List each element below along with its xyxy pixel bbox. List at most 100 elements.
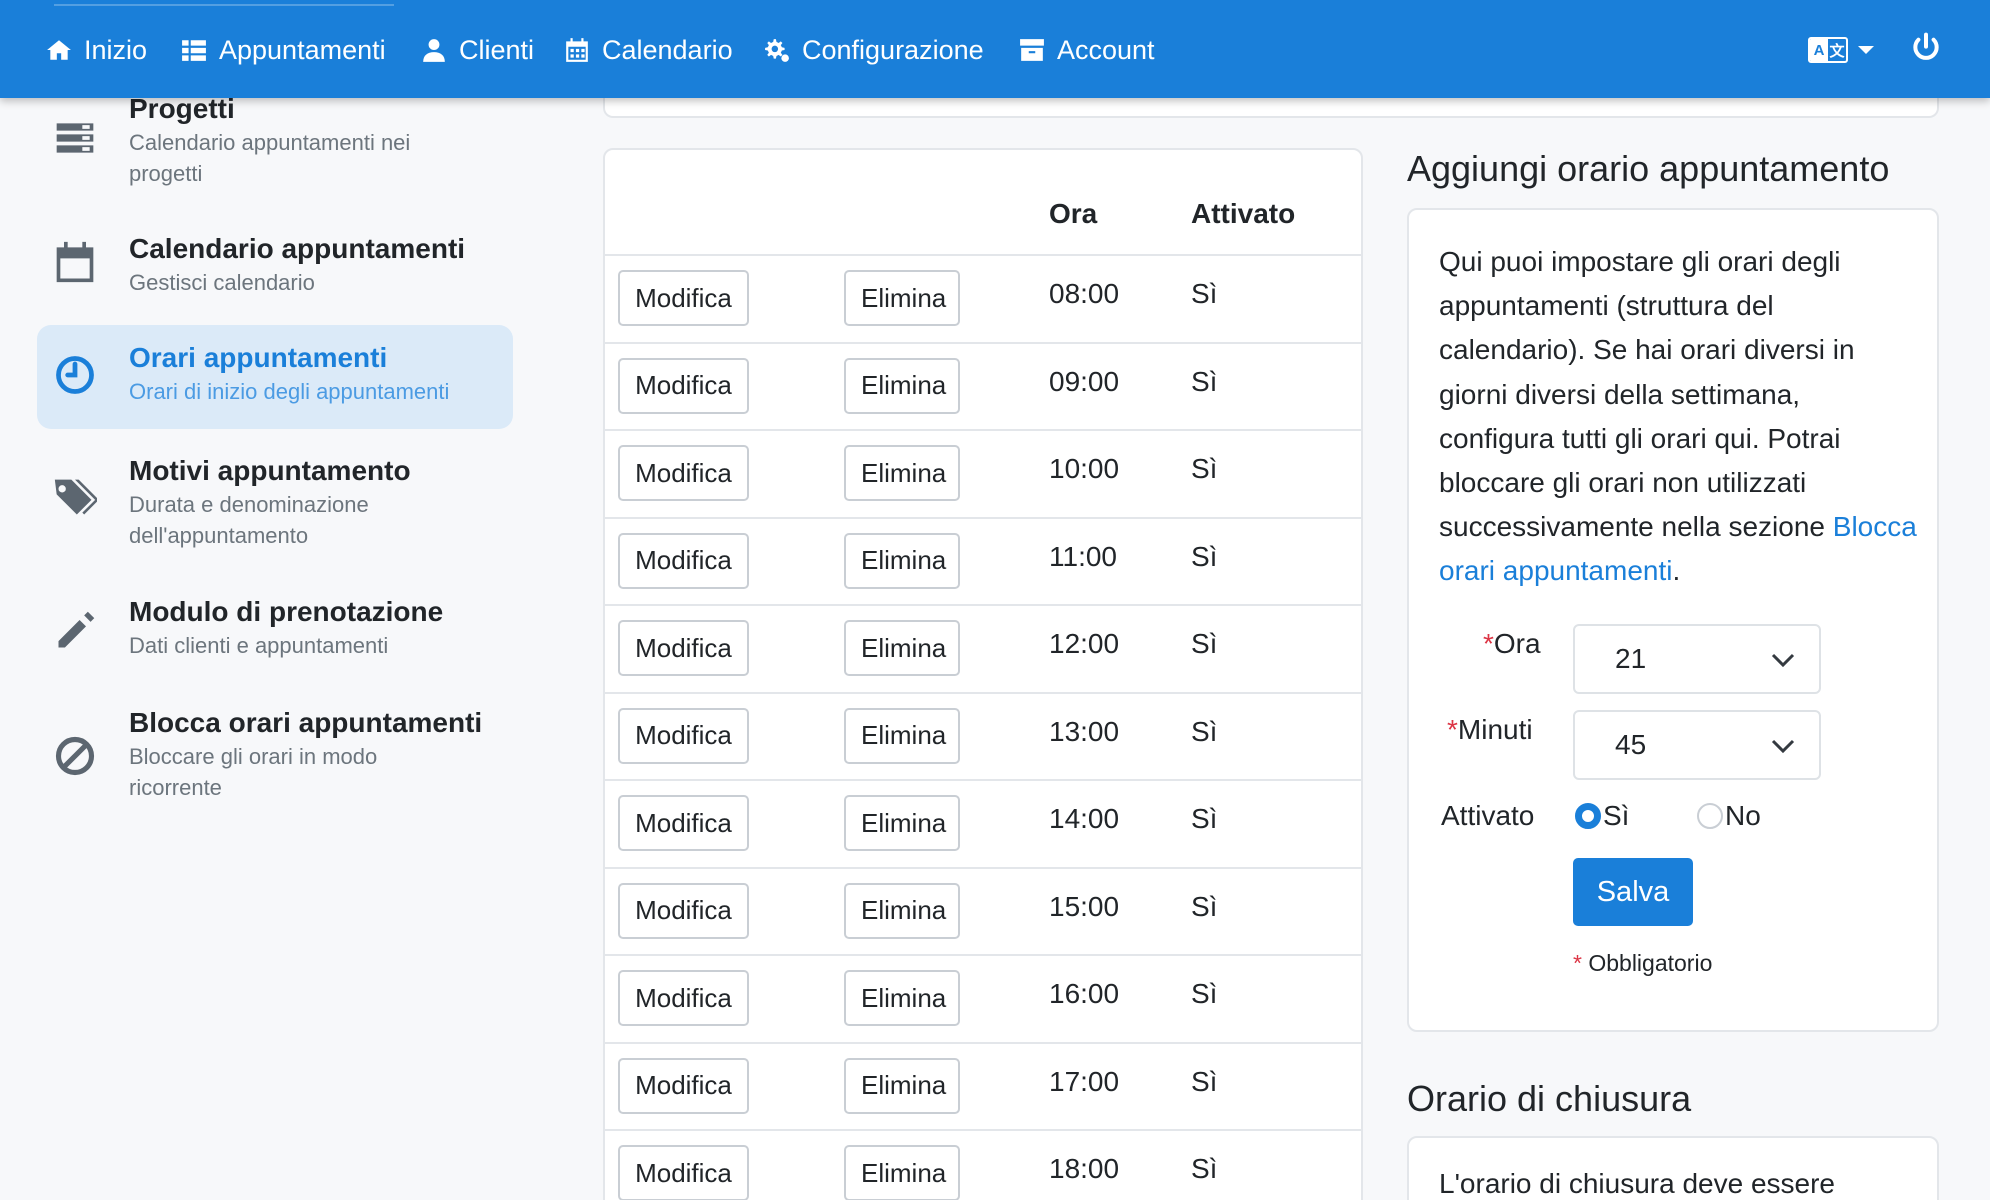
minutes-select[interactable]: 45 [1573,710,1821,780]
table-row: Modifica Elimina 16:00 Sì [605,956,1361,1044]
sidebar-item-orari-appuntamenti[interactable]: Orari appuntamenti Orari di inizio degli… [37,325,513,429]
nav-item-label: Account [1057,34,1155,65]
enabled-no-radio[interactable]: No [1697,800,1761,832]
user-icon [423,39,445,62]
time-cell: 09:00 [1049,365,1120,397]
edit-button[interactable]: Modifica [618,882,749,939]
edit-button[interactable]: Modifica [618,270,749,326]
edit-button[interactable]: Modifica [618,357,749,414]
delete-button[interactable]: Elimina [844,1057,960,1114]
hour-select[interactable]: 21 [1573,624,1821,694]
delete-button[interactable]: Elimina [844,795,960,851]
sidebar-item-title: Calendario appuntamenti [129,233,466,264]
sidebar-item-motivi-appuntamento[interactable]: Motivi appuntamento Durata e denominazio… [37,438,513,567]
nav-item-configurazione[interactable]: Configurazione [764,28,984,72]
radio-label: No [1725,800,1761,831]
form-intro-text: Qui puoi impostare gli orari degli appun… [1439,246,1855,543]
delete-button[interactable]: Elimina [844,270,960,326]
minutes-label-text: Minuti [1457,714,1533,745]
radio-label: Sì [1603,800,1630,831]
closing-title: Orario di chiusura [1407,1078,1692,1119]
edit-button[interactable]: Modifica [618,532,749,589]
edit-button[interactable]: Modifica [618,795,749,851]
form-intro: Qui puoi impostare gli orari degli appun… [1439,240,1919,594]
radio-dot [1575,803,1601,829]
nav-item-clienti[interactable]: Clienti [421,28,534,72]
hour-label-text: Ora [1493,628,1541,659]
table-row: Modifica Elimina 17:00 Sì [605,1044,1361,1131]
table-row: Modifica Elimina 14:00 Sì [605,781,1361,869]
sidebar-item-desc: Dati clienti e appuntamenti [129,633,389,658]
edit-button[interactable]: Modifica [618,707,749,764]
table-row: Modifica Elimina 15:00 Sì [605,869,1361,956]
required-mark: * [1447,714,1458,745]
clock-icon [53,353,97,397]
sidebar-item-blocca-orari[interactable]: Blocca orari appuntamenti Bloccare gli o… [37,690,513,819]
enabled-cell: Sì [1191,715,1218,747]
edit-button[interactable]: Modifica [618,1057,749,1114]
required-mark: * [1573,950,1582,976]
home-icon [47,40,71,60]
edit-button[interactable]: Modifica [618,970,749,1026]
table-row: Modifica Elimina 09:00 Sì [605,344,1361,431]
delete-button[interactable]: Elimina [844,1145,960,1200]
nav-item-label: Clienti [459,34,535,65]
enabled-yes-radio[interactable]: Sì [1575,800,1629,832]
server-icon [53,116,97,160]
delete-button[interactable]: Elimina [844,970,960,1026]
sidebar-item-title: Blocca orari appuntamenti [129,707,483,738]
sidebar-item-modulo-di-prenotazione[interactable]: Modulo di prenotazione Dati clienti e ap… [37,579,513,677]
delete-button[interactable]: Elimina [844,620,960,676]
closing-text: L'orario di chiusura deve essere [1439,1168,1836,1199]
sidebar-item-desc: Gestisci calendario [129,270,315,295]
column-header-time: Ora [1049,198,1098,229]
tags-icon [53,476,99,520]
enabled-cell: Sì [1191,890,1218,922]
delete-button[interactable]: Elimina [844,882,960,939]
time-cell: 15:00 [1049,890,1120,922]
nav-item-appuntamenti[interactable]: Appuntamenti [181,28,386,72]
time-cell: 08:00 [1049,278,1120,309]
sidebar-item-desc: Calendario appuntamenti nei progetti [129,130,411,186]
closing-card: L'orario di chiusura deve essere [1407,1136,1939,1200]
edit-button[interactable]: Modifica [618,620,749,676]
delete-button[interactable]: Elimina [844,707,960,764]
delete-button[interactable]: Elimina [844,445,960,501]
calendar-icon [566,38,588,62]
nav-item-account[interactable]: Account [1019,28,1155,72]
sidebar-item-title: Motivi appuntamento [129,455,411,486]
power-icon[interactable] [1910,32,1942,64]
enabled-cell: Sì [1191,803,1218,834]
table-row: Modifica Elimina 11:00 Sì [605,519,1361,606]
edit-button[interactable]: Modifica [618,1145,749,1200]
table-row: Modifica Elimina 08:00 Sì [605,256,1361,344]
calendar-icon [53,240,97,284]
language-icon: A文 [1808,37,1848,63]
time-cell: 13:00 [1049,715,1120,747]
delete-button[interactable]: Elimina [844,357,960,414]
nav-item-inizio[interactable]: Inizio [46,28,147,72]
enabled-cell: Sì [1191,1153,1218,1184]
nav-item-calendario[interactable]: Calendario [564,28,733,72]
form-intro-end: . [1672,555,1681,587]
minutes-select-value: 45 [1615,729,1647,760]
form-title: Aggiungi orario appuntamento [1407,148,1890,189]
enabled-cell: Sì [1191,453,1218,484]
enabled-cell: Sì [1191,365,1218,397]
minutes-label: *Minuti [1447,714,1533,746]
chevron-down-icon [1771,653,1795,668]
pencil-icon [53,609,97,653]
language-dropdown[interactable]: A文 [1808,30,1874,70]
save-button[interactable]: Salva [1573,858,1693,926]
enabled-cell: Sì [1191,628,1218,659]
sidebar-item-calendario-appuntamenti[interactable]: Calendario appuntamenti Gestisci calenda… [37,216,513,314]
enabled-label: Attivato [1441,800,1535,831]
edit-button[interactable]: Modifica [618,445,749,501]
time-cell: 14:00 [1049,803,1120,834]
list-icon [182,40,206,61]
column-header-enabled: Attivato [1191,198,1296,229]
required-mark: * [1483,628,1494,659]
nav-item-label: Appuntamenti [219,34,386,65]
delete-button[interactable]: Elimina [844,532,960,589]
time-cell: 11:00 [1049,540,1117,572]
